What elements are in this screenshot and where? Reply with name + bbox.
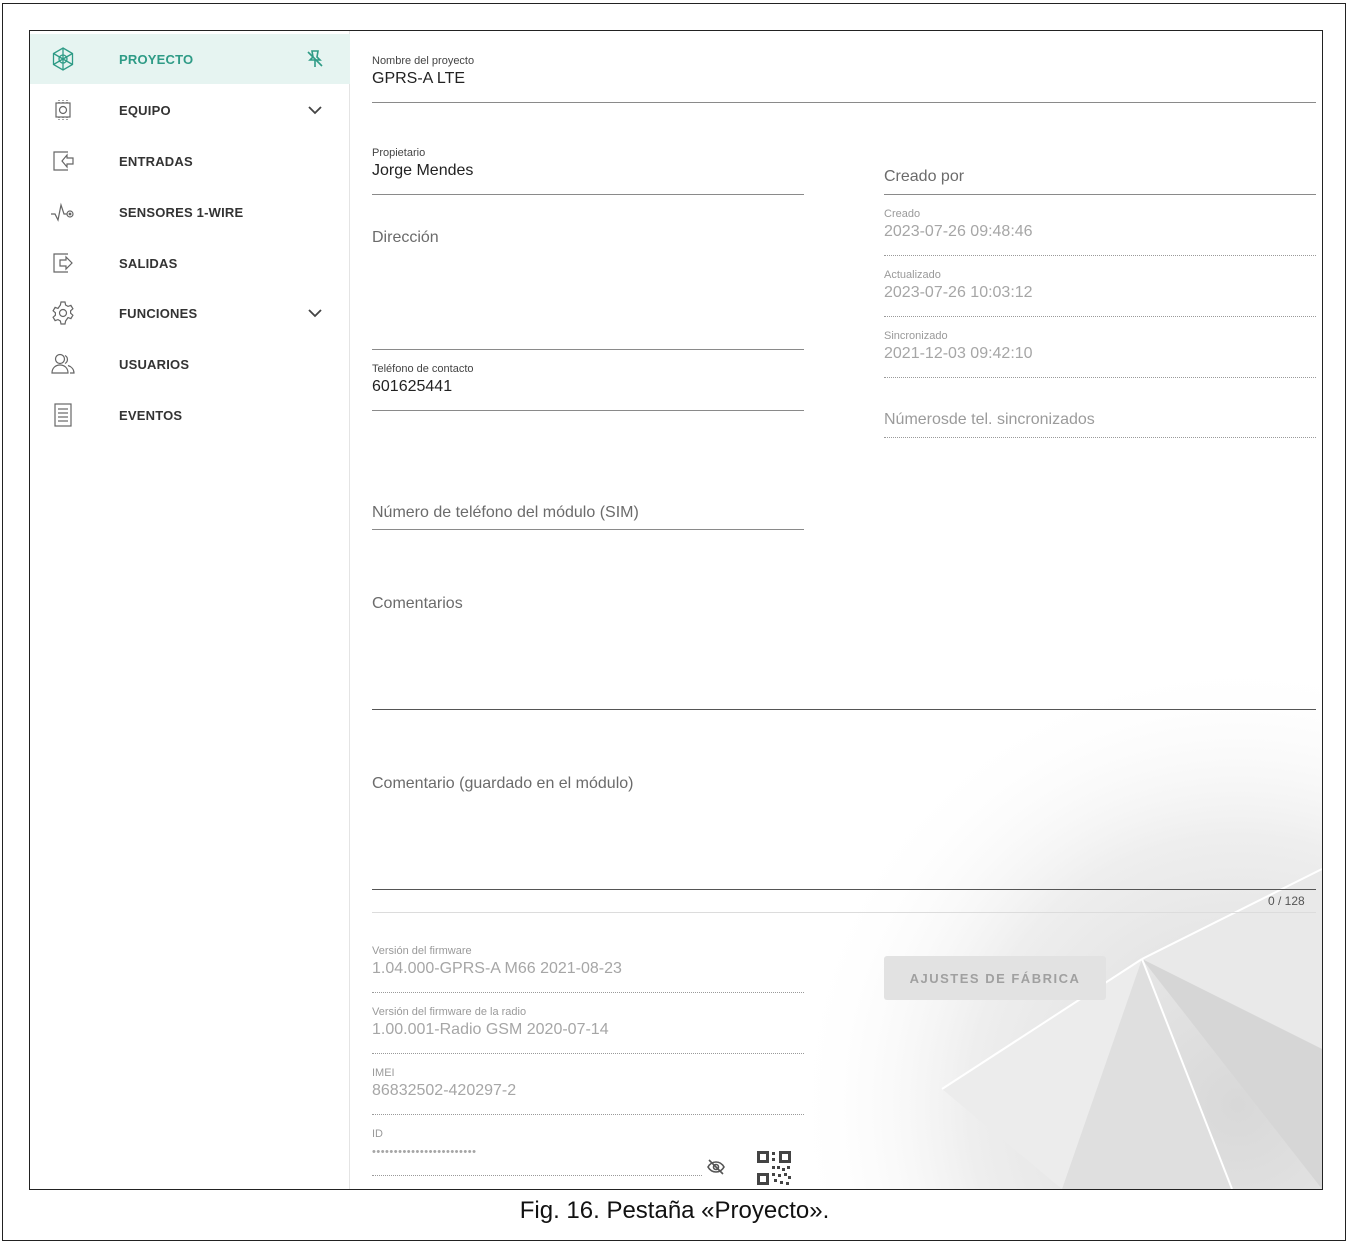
field-label: Nombre del proyecto xyxy=(372,55,475,67)
qr-code-icon[interactable] xyxy=(755,1149,793,1187)
updated-date-field: Actualizado 2023-07-26 10:03:12 xyxy=(884,268,1033,304)
factory-settings-button[interactable]: AJUSTES DE FÁBRICA xyxy=(884,956,1106,1000)
chevron-down-icon[interactable] xyxy=(304,302,326,324)
field-label: Sincronizado xyxy=(884,330,948,342)
field-label: Versión del firmware xyxy=(372,945,472,957)
field-underline xyxy=(372,349,804,350)
contact-phone-field[interactable]: Teléfono de contacto 601625441 xyxy=(372,362,474,398)
field-value: 86832502-420297-2 xyxy=(372,1082,517,1099)
field-underline xyxy=(884,255,1316,256)
field-label: Actualizado xyxy=(884,269,941,281)
sidebar-item-label: ENTRADAS xyxy=(119,153,193,169)
field-value: 1.00.001-Radio GSM 2020-07-14 xyxy=(372,1021,609,1038)
project-form: Nombre del proyecto GPRS-A LTE Propietar… xyxy=(351,31,1322,1189)
sidebar-item-label: USUARIOS xyxy=(119,356,190,372)
created-date-field: Creado 2023-07-26 09:48:46 xyxy=(884,207,1033,243)
field-label: Propietario xyxy=(372,147,426,159)
sidebar-item-proyecto[interactable]: PROYECTO xyxy=(30,34,350,84)
sidebar-item-equipo[interactable]: EQUIPO xyxy=(30,85,350,135)
sidebar-item-salidas[interactable]: SALIDAS xyxy=(30,238,350,288)
field-underline xyxy=(372,1114,804,1115)
field-underline xyxy=(372,410,804,411)
field-label: Versión del firmware de la radio xyxy=(372,1006,527,1018)
field-underline xyxy=(372,1053,804,1054)
field-placeholder: Dirección xyxy=(372,229,439,246)
comments-field[interactable]: Comentarios xyxy=(372,593,463,615)
firmware-version-field: Versión del firmware 1.04.000-GPRS-A M66… xyxy=(372,944,622,980)
sidebar-item-funciones[interactable]: FUNCIONES xyxy=(30,288,350,338)
field-label: IMEI xyxy=(372,1067,395,1079)
field-underline xyxy=(372,709,1316,710)
sidebar-item-label: EVENTOS xyxy=(119,407,183,423)
field-label: Creado xyxy=(884,208,921,220)
field-value: 2023-07-26 10:03:12 xyxy=(884,284,1033,301)
project-name-field[interactable]: Nombre del proyecto GPRS-A LTE xyxy=(372,54,474,90)
sidebar-item-label: PROYECTO xyxy=(119,51,194,67)
output-icon xyxy=(50,250,76,276)
chevron-down-icon[interactable] xyxy=(304,99,326,121)
section-divider xyxy=(372,912,1316,913)
sidebar-item-label: FUNCIONES xyxy=(119,305,198,321)
field-value: 2023-07-26 09:48:46 xyxy=(884,223,1033,240)
eye-off-icon[interactable] xyxy=(706,1157,726,1177)
field-placeholder: Número de teléfono del módulo (SIM) xyxy=(372,504,639,521)
field-label: Teléfono de contacto xyxy=(372,363,474,375)
owner-field[interactable]: Propietario Jorge Mendes xyxy=(372,146,473,182)
field-placeholder: Comentario (guardado en el módulo) xyxy=(372,775,634,792)
field-value: 1.04.000-GPRS-A M66 2021-08-23 xyxy=(372,960,622,977)
created-by-field[interactable]: Creado por xyxy=(884,166,964,188)
sidebar-item-label: EQUIPO xyxy=(119,102,171,118)
gear-icon xyxy=(50,300,76,326)
sidebar-item-entradas[interactable]: ENTRADAS xyxy=(30,136,350,186)
radio-firmware-version-field: Versión del firmware de la radio 1.00.00… xyxy=(372,1005,609,1041)
sensor-pulse-icon xyxy=(50,199,76,225)
field-placeholder: Númerosde tel. sincronizados xyxy=(884,411,1095,428)
field-underline xyxy=(884,377,1316,378)
sidebar-item-label: SALIDAS xyxy=(119,255,178,271)
field-underline xyxy=(372,194,804,195)
field-label: ID xyxy=(372,1128,383,1140)
synced-numbers-field: Númerosde tel. sincronizados xyxy=(884,409,1095,431)
module-comment-field[interactable]: Comentario (guardado en el módulo) xyxy=(372,773,633,795)
character-counter: 0 / 128 xyxy=(1268,894,1305,908)
field-underline xyxy=(372,529,804,530)
field-value: Jorge Mendes xyxy=(372,162,474,179)
sidebar-item-usuarios[interactable]: USUARIOS xyxy=(30,339,350,389)
users-icon xyxy=(50,351,76,377)
project-icon xyxy=(50,46,76,72)
field-value: •••••••••••••••••••••••• xyxy=(372,1146,477,1158)
field-placeholder: Comentarios xyxy=(372,595,463,612)
field-underline xyxy=(884,316,1316,317)
sim-number-field[interactable]: Número de teléfono del módulo (SIM) xyxy=(372,502,639,524)
field-underline xyxy=(372,889,1316,890)
address-field[interactable]: Dirección xyxy=(372,227,439,249)
synced-date-field: Sincronizado 2021-12-03 09:42:10 xyxy=(884,329,1033,365)
id-field: ID •••••••••••••••••••••••• xyxy=(372,1127,476,1163)
app-window: PROYECTO EQUIPO ENTRADAS SENSORES 1-WIRE… xyxy=(29,30,1323,1190)
input-icon xyxy=(50,148,76,174)
imei-field: IMEI 86832502-420297-2 xyxy=(372,1066,516,1102)
chip-icon xyxy=(50,97,76,123)
field-underline xyxy=(372,992,804,993)
field-value: 2021-12-03 09:42:10 xyxy=(884,345,1033,362)
pin-off-icon[interactable] xyxy=(304,48,326,70)
field-underline xyxy=(372,102,1316,103)
field-underline xyxy=(372,1175,702,1176)
field-value: GPRS-A LTE xyxy=(372,70,466,87)
field-underline xyxy=(884,437,1316,438)
figure-caption: Fig. 16. Pestaña «Proyecto». xyxy=(519,1197,830,1224)
sidebar: PROYECTO EQUIPO ENTRADAS SENSORES 1-WIRE… xyxy=(30,31,350,1189)
sidebar-item-sensores-1-wire[interactable]: SENSORES 1-WIRE xyxy=(30,187,350,237)
sidebar-item-label: SENSORES 1-WIRE xyxy=(119,204,244,220)
sidebar-item-eventos[interactable]: EVENTOS xyxy=(30,390,350,440)
document-list-icon xyxy=(50,402,76,428)
field-value: 601625441 xyxy=(372,378,453,395)
field-placeholder: Creado por xyxy=(884,168,965,185)
field-underline xyxy=(884,194,1316,195)
